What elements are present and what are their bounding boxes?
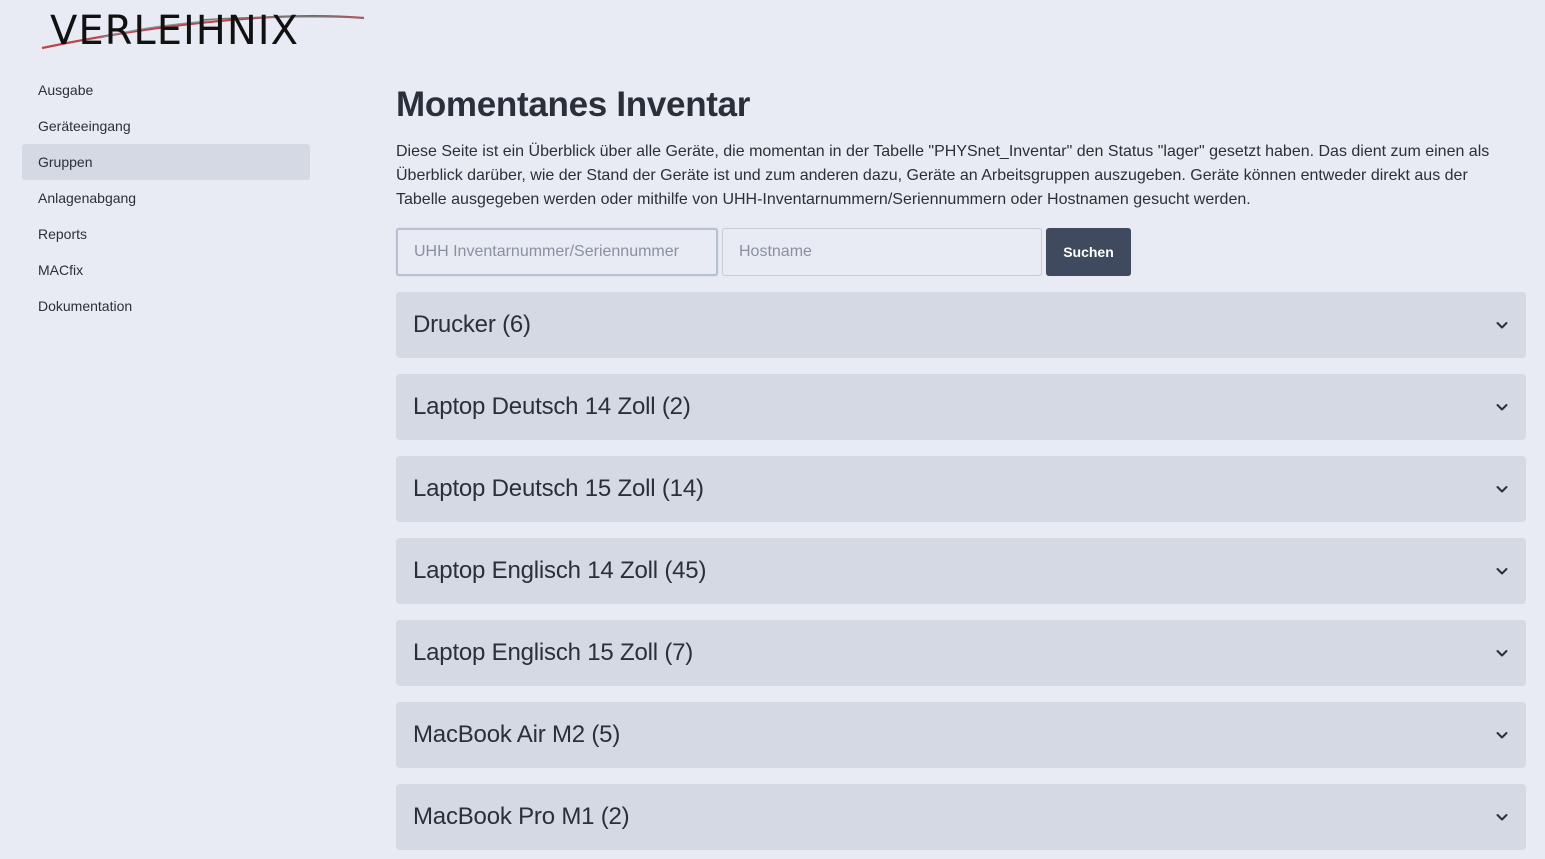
accordion-item-laptop-deutsch-15[interactable]: Laptop Deutsch 15 Zoll (14) — [396, 456, 1526, 522]
accordion-item-laptop-englisch-15[interactable]: Laptop Englisch 15 Zoll (7) — [396, 620, 1526, 686]
sidebar-item-reports[interactable]: Reports — [22, 216, 310, 252]
group-accordion: Drucker (6) Laptop Deutsch 14 Zoll (2) L… — [396, 292, 1526, 850]
accordion-title: Drucker (6) — [413, 311, 531, 338]
chevron-down-icon — [1496, 486, 1508, 493]
chevron-down-icon — [1496, 732, 1508, 739]
accordion-item-macbook-pro-m1[interactable]: MacBook Pro M1 (2) — [396, 784, 1526, 850]
sidebar-item-dokumentation[interactable]: Dokumentation — [22, 288, 310, 324]
hostname-input[interactable] — [722, 228, 1042, 276]
accordion-item-macbook-air-m2[interactable]: MacBook Air M2 (5) — [396, 702, 1526, 768]
logo[interactable]: VERLEIHNIX — [40, 8, 370, 54]
sidebar-item-anlagenabgang[interactable]: Anlagenabgang — [22, 180, 310, 216]
accordion-title: Laptop Deutsch 14 Zoll (2) — [413, 393, 691, 420]
chevron-down-icon — [1496, 814, 1508, 821]
chevron-down-icon — [1496, 650, 1508, 657]
search-form: Suchen — [396, 228, 1526, 276]
accordion-item-drucker[interactable]: Drucker (6) — [396, 292, 1526, 358]
chevron-down-icon — [1496, 568, 1508, 575]
accordion-title: Laptop Deutsch 15 Zoll (14) — [413, 475, 704, 502]
accordion-title: MacBook Air M2 (5) — [413, 721, 621, 748]
chevron-down-icon — [1496, 322, 1508, 329]
sidebar-item-ausgabe[interactable]: Ausgabe — [22, 72, 310, 108]
accordion-title: Laptop Englisch 15 Zoll (7) — [413, 639, 694, 666]
sidebar-item-gruppen[interactable]: Gruppen — [22, 144, 310, 180]
accordion-title: MacBook Pro M1 (2) — [413, 803, 630, 830]
inventory-number-input[interactable] — [396, 228, 718, 276]
main-content: Momentanes Inventar Diese Seite ist ein … — [396, 84, 1526, 859]
sidebar-item-macfix[interactable]: MACfix — [22, 252, 310, 288]
accordion-item-laptop-deutsch-14[interactable]: Laptop Deutsch 14 Zoll (2) — [396, 374, 1526, 440]
chevron-down-icon — [1496, 404, 1508, 411]
sidebar-item-geraeteeingang[interactable]: Geräteeingang — [22, 108, 310, 144]
page-title: Momentanes Inventar — [396, 85, 751, 124]
accordion-title: Laptop Englisch 14 Zoll (45) — [413, 557, 707, 584]
sidebar: Ausgabe Geräteeingang Gruppen Anlagenabg… — [22, 72, 310, 324]
search-button[interactable]: Suchen — [1046, 228, 1131, 276]
logo-text: VERLEIHNIX — [50, 8, 299, 54]
accordion-item-laptop-englisch-14[interactable]: Laptop Englisch 14 Zoll (45) — [396, 538, 1526, 604]
intro-text: Diese Seite ist ein Überblick über alle … — [396, 143, 1490, 208]
page: VERLEIHNIX Ausgabe Geräteeingang Gruppen… — [0, 0, 1545, 859]
